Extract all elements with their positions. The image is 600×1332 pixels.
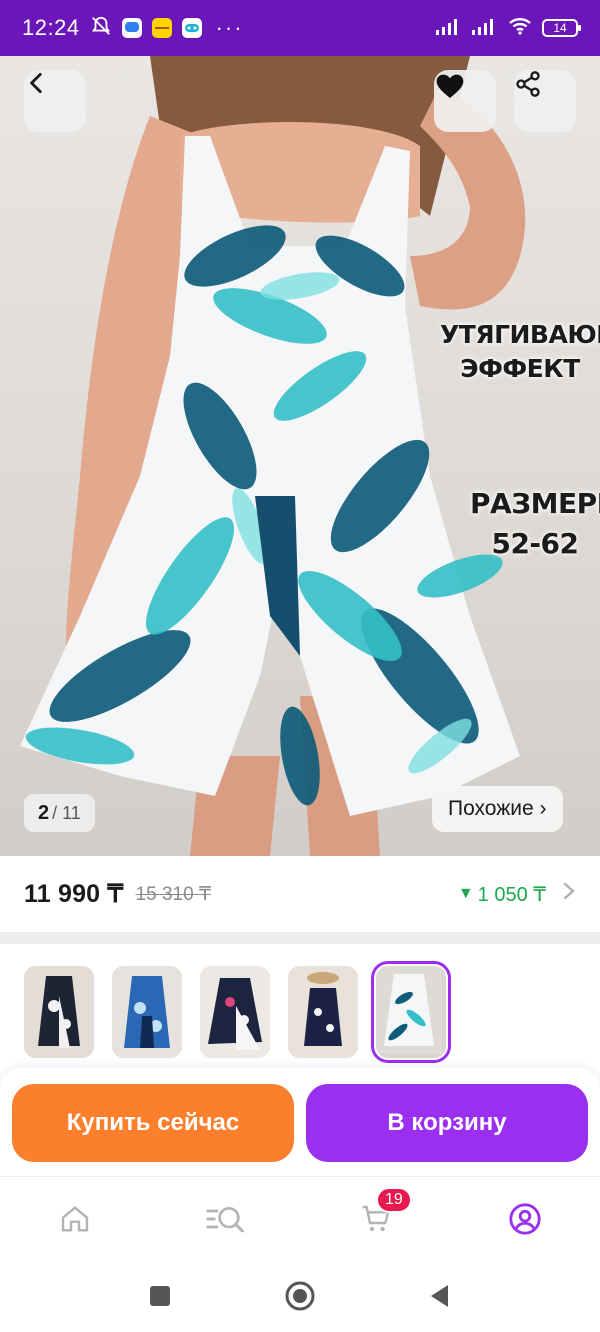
home-icon [59, 1203, 91, 1240]
counter-total: / 11 [52, 802, 81, 823]
more-notifications-indicator: ··· [215, 15, 244, 40]
status-app-icons: ··· [90, 15, 244, 42]
tab-profile[interactable] [501, 1197, 549, 1245]
chevron-right-icon [562, 881, 576, 907]
messages-app-icon [121, 18, 142, 38]
bottom-tab-bar: 19 [0, 1176, 600, 1264]
add-to-cart-button[interactable]: В корзину [306, 1084, 588, 1162]
promo-line-2: ЭФФЕКТ [460, 354, 580, 383]
action-bar: Купить сейчас В корзину [0, 1068, 600, 1176]
thumbnail-5-selected[interactable] [371, 961, 451, 1063]
product-photo [20, 56, 526, 856]
promo-text-sizes: РАЗМЕРЫ 52-62 [470, 484, 600, 564]
system-back-button[interactable] [424, 1282, 456, 1314]
status-bar: 12:24 ··· 14 [0, 0, 600, 56]
triangle-back-icon [428, 1283, 452, 1314]
tab-cart[interactable]: 19 [352, 1187, 412, 1245]
catalog-search-icon [205, 1203, 245, 1240]
back-button[interactable] [24, 70, 86, 132]
bonus-value: 1 050 ₸ [477, 883, 546, 906]
old-price: 15 310 ₸ [135, 883, 212, 905]
similar-products-button[interactable]: Похожие › [432, 786, 563, 832]
games-app-icon [181, 18, 202, 38]
system-navigation-bar [0, 1264, 600, 1332]
buy-now-button[interactable]: Купить сейчас [12, 1084, 294, 1162]
promo-line-4: 52-62 [491, 527, 579, 560]
battery-icon: 14 [542, 19, 581, 37]
down-arrow-icon: ▼ [457, 885, 474, 902]
thumbnail-strip [0, 944, 600, 1072]
price-row[interactable]: 11 990 ₸ 15 310 ₸ ▼ 1 050 ₸ [0, 856, 600, 932]
signal-icon [436, 17, 462, 40]
promo-line-1: УТЯГИВАЮЩИЙ [440, 320, 600, 349]
square-icon [148, 1284, 172, 1313]
thumbnail-2[interactable] [112, 966, 182, 1058]
favorite-button[interactable] [434, 70, 496, 132]
counter-current: 2 [38, 801, 50, 824]
circle-icon [284, 1280, 316, 1317]
status-time: 12:24 [22, 15, 80, 40]
wifi-icon [508, 17, 532, 40]
signal-icon-2 [472, 17, 498, 40]
share-button[interactable] [514, 70, 576, 132]
home-system-button[interactable] [284, 1280, 316, 1317]
mute-notifications-icon [90, 15, 112, 42]
image-page-counter: 2 / 11 [24, 794, 95, 832]
status-right: 14 [436, 17, 581, 40]
thumbnail-3[interactable] [200, 966, 270, 1058]
recent-apps-button[interactable] [144, 1282, 176, 1314]
thumbnail-4[interactable] [288, 966, 358, 1058]
kaspi-app-icon [151, 18, 172, 38]
current-price: 11 990 ₸ [24, 880, 124, 908]
section-divider [0, 932, 600, 944]
product-image-gallery[interactable]: УТЯГИВАЮЩИЙ ЭФФЕКТ РАЗМЕРЫ 52-62 2 / 11 … [0, 56, 600, 856]
promo-line-3: РАЗМЕРЫ [470, 487, 600, 520]
tab-catalog[interactable] [201, 1197, 249, 1245]
thumbnail-1[interactable] [24, 966, 94, 1058]
promo-text-effect: УТЯГИВАЮЩИЙ ЭФФЕКТ [440, 318, 600, 386]
profile-icon [508, 1202, 542, 1241]
tab-home[interactable] [51, 1197, 99, 1245]
bonus-amount[interactable]: ▼ 1 050 ₸ [458, 881, 576, 907]
cart-count-badge: 19 [376, 1187, 412, 1213]
